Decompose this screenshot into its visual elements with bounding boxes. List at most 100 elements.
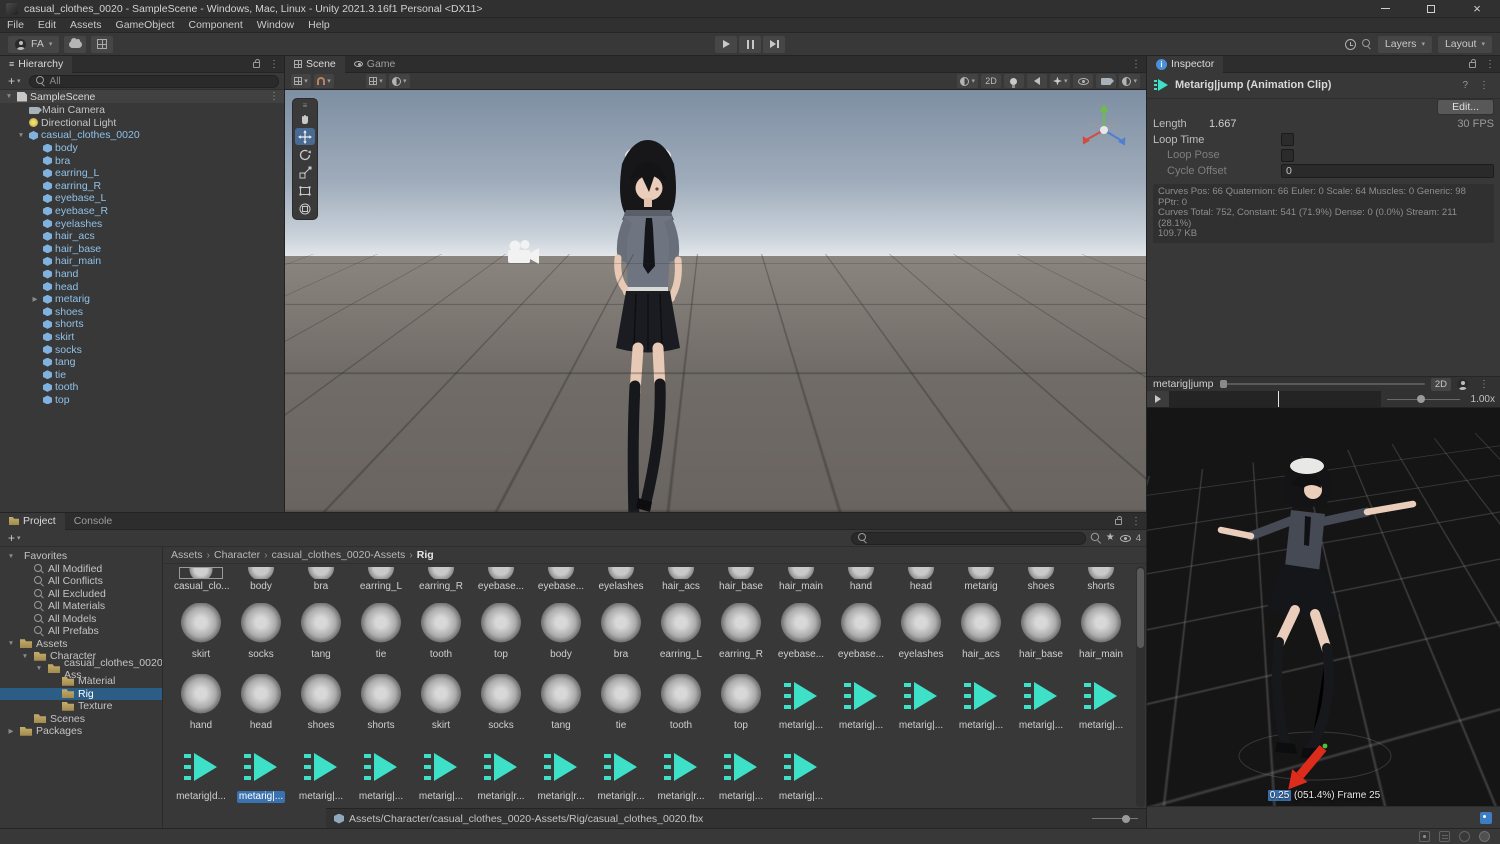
tab-console[interactable]: Console	[65, 513, 122, 530]
tab-hierarchy[interactable]: ≡ Hierarchy	[0, 55, 73, 73]
panel-menu-icon[interactable]: ⋮	[1126, 59, 1146, 70]
hierarchy-item[interactable]: earring_R	[0, 180, 284, 193]
expand-arrow-icon[interactable]: ▶	[30, 295, 40, 303]
preview-timeline[interactable]	[1169, 391, 1381, 408]
handle-position-dropdown[interactable]: ▾	[366, 74, 386, 88]
asset-item[interactable]: shoes	[1011, 567, 1071, 593]
asset-item[interactable]: body	[231, 567, 291, 593]
asset-item[interactable]: metarig|...	[291, 745, 351, 803]
undo-history-icon[interactable]	[1344, 38, 1356, 50]
handle-rotation-dropdown[interactable]: ▾	[389, 74, 410, 88]
grid-scrollbar[interactable]	[1136, 566, 1145, 807]
asset-item[interactable]: hair_base	[1011, 603, 1071, 661]
asset-item[interactable]: metarig|r...	[591, 745, 651, 803]
expand-arrow-icon[interactable]: ▼	[4, 93, 14, 100]
hierarchy-item[interactable]: shoes	[0, 306, 284, 319]
layers-dropdown[interactable]: Layers ▾	[1377, 35, 1432, 53]
hierarchy-item[interactable]: hand	[0, 268, 284, 281]
asset-item[interactable]: body	[531, 603, 591, 661]
preview-menu-icon[interactable]: ⋮	[1474, 379, 1494, 390]
help-icon[interactable]: ?	[1462, 80, 1468, 91]
hierarchy-item[interactable]: top	[0, 394, 284, 407]
hierarchy-search-input[interactable]: All	[28, 74, 279, 88]
animation-preview-viewport[interactable]: 0.25 (051.4%) Frame 25	[1147, 407, 1500, 807]
asset-item[interactable]: top	[471, 603, 531, 661]
console-status-icon[interactable]	[1439, 831, 1450, 842]
camera-gizmo-icon[interactable]	[503, 238, 543, 268]
tree-item[interactable]: ▶ Packages	[0, 725, 162, 738]
menu-item[interactable]: File	[0, 19, 31, 31]
create-asset-button[interactable]: + ▾	[5, 531, 24, 545]
view-tool-button[interactable]	[295, 110, 315, 127]
asset-item[interactable]: eyebase...	[471, 567, 531, 593]
asset-item[interactable]: metarig|r...	[651, 745, 711, 803]
loop-time-checkbox[interactable]	[1281, 133, 1294, 147]
asset-item[interactable]: socks	[471, 674, 531, 732]
maximize-button[interactable]	[1408, 0, 1454, 17]
hierarchy-item[interactable]: eyebase_R	[0, 205, 284, 218]
tree-item[interactable]: Scenes	[0, 713, 162, 726]
cloud-services-button[interactable]	[64, 35, 87, 53]
asset-item[interactable]: skirt	[171, 603, 231, 661]
collab-button[interactable]	[91, 35, 114, 53]
asset-item[interactable]: earring_L	[651, 603, 711, 661]
lock-icon[interactable]	[253, 59, 260, 68]
tree-item[interactable]: Texture	[0, 700, 162, 713]
asset-item[interactable]: metarig|...	[771, 745, 831, 803]
play-button[interactable]	[715, 35, 737, 53]
tree-item[interactable]: All Modified	[0, 563, 162, 576]
hierarchy-item[interactable]: bra	[0, 154, 284, 167]
effects-dropdown[interactable]: ▾	[1049, 74, 1071, 88]
loop-pose-checkbox[interactable]	[1281, 148, 1294, 162]
scene-options-icon[interactable]: ⋮	[264, 91, 284, 102]
asset-item[interactable]: metarig|...	[711, 745, 771, 803]
hierarchy-item[interactable]: tang	[0, 356, 284, 369]
context-menu-icon[interactable]: ⋮	[1474, 80, 1494, 91]
asset-item[interactable]: top	[711, 674, 771, 732]
menu-item[interactable]: Edit	[31, 19, 63, 31]
thumbnail-size-slider[interactable]	[1092, 812, 1138, 826]
account-dropdown[interactable]: FA ▾	[8, 35, 60, 53]
hierarchy-item[interactable]: ▼ casual_clothes_0020	[0, 129, 284, 142]
playhead[interactable]	[1277, 391, 1279, 408]
asset-item[interactable]: head	[231, 674, 291, 732]
tree-item[interactable]: ▼ Assets	[0, 638, 162, 651]
tab-project[interactable]: Project	[0, 512, 65, 530]
asset-item[interactable]: socks	[231, 603, 291, 661]
asset-item[interactable]: metarig|r...	[471, 745, 531, 803]
breadcrumb-item[interactable]: Assets	[171, 549, 203, 561]
asset-item[interactable]: hair_main	[1071, 603, 1131, 661]
asset-item[interactable]: tang	[531, 674, 591, 732]
asset-item[interactable]: metarig|...	[411, 745, 471, 803]
scene-viewport[interactable]: ≡	[285, 90, 1146, 512]
hierarchy-item[interactable]: hair_acs	[0, 230, 284, 243]
lock-icon[interactable]	[1469, 59, 1476, 68]
preview-2d-button[interactable]: 2D	[1430, 377, 1451, 391]
rotate-tool-button[interactable]	[295, 146, 315, 163]
asset-item[interactable]: bra	[591, 603, 651, 661]
panel-menu-icon[interactable]: ⋮	[1126, 516, 1146, 527]
grid-visibility-dropdown[interactable]: ▾	[291, 74, 311, 88]
tree-item[interactable]: All Excluded	[0, 588, 162, 601]
asset-item[interactable]: hand	[831, 567, 891, 593]
hierarchy-item[interactable]: hair_base	[0, 243, 284, 256]
slider-knob[interactable]	[1121, 814, 1130, 823]
hierarchy-item[interactable]: hair_main	[0, 255, 284, 268]
cycle-offset-field[interactable]: 0	[1281, 164, 1494, 179]
asset-item[interactable]: head	[891, 567, 951, 593]
tree-item[interactable]: ▼ casual_clothes_0020-Ass...	[0, 657, 162, 681]
asset-item[interactable]: tie	[591, 674, 651, 732]
snap-settings-dropdown[interactable]: ▾	[314, 74, 334, 88]
breadcrumb-item[interactable]: Character	[214, 549, 260, 561]
asset-item[interactable]: hand	[171, 674, 231, 732]
gizmos-dropdown[interactable]: ▾	[1119, 74, 1140, 88]
tree-item[interactable]: All Conflicts	[0, 575, 162, 588]
slider-knob[interactable]	[1416, 395, 1425, 404]
hidden-packages-icon[interactable]	[1119, 534, 1131, 542]
scene-character[interactable]	[578, 130, 718, 512]
menu-item[interactable]: GameObject	[109, 19, 182, 31]
asset-item[interactable]: tooth	[411, 603, 471, 661]
minimize-button[interactable]	[1362, 0, 1408, 17]
asset-item[interactable]: tooth	[651, 674, 711, 732]
hierarchy-item[interactable]: tooth	[0, 381, 284, 394]
